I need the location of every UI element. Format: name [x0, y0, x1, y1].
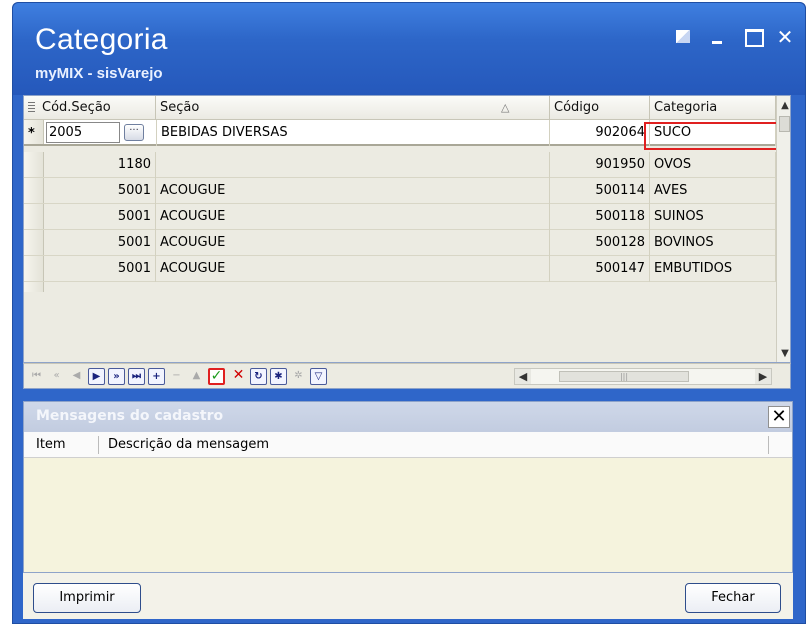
minimize-icon[interactable] [706, 25, 730, 49]
row-indicator [24, 256, 44, 281]
cod-secao-cell[interactable]: 1180 [44, 152, 156, 178]
delete-icon[interactable]: − [168, 368, 185, 385]
footer-bar: Imprimir Fechar [23, 573, 793, 619]
restore-icon[interactable] [671, 25, 695, 49]
column-header-item[interactable]: Item [36, 432, 66, 458]
secao-cell[interactable]: BEBIDAS DIVERSAS [156, 120, 550, 146]
column-divider [768, 436, 769, 454]
row-indicator [24, 282, 44, 292]
apply-filter-icon[interactable]: ✱ [270, 368, 287, 385]
codigo-cell[interactable]: 902064 [550, 120, 650, 146]
cod-secao-cell[interactable]: 5001 [44, 256, 156, 282]
row-indicator [24, 152, 44, 177]
previous-record-icon[interactable]: ◀ [68, 368, 85, 385]
title-bar: Categoria myMIX - sisVarejo ✕ [13, 3, 805, 95]
cod-secao-cell[interactable]: 5001 [44, 230, 156, 256]
bookmark-icon[interactable]: ✲ [290, 368, 307, 385]
scroll-right-icon[interactable]: ▶ [755, 369, 771, 384]
messages-header: Mensagens do cadastro ✕ [24, 402, 792, 432]
messages-panel: Mensagens do cadastro ✕ Item Descrição d… [23, 401, 793, 573]
next-page-icon[interactable]: » [108, 368, 125, 385]
category-grid: Cód.Seção Seção △ Código Categoria * 200… [23, 95, 791, 363]
codigo-cell[interactable]: 500128 [550, 230, 650, 256]
previous-page-icon[interactable]: « [48, 368, 65, 385]
new-row-marker: * [28, 126, 35, 141]
column-chooser-icon[interactable] [28, 102, 35, 114]
messages-close-button[interactable]: ✕ [768, 406, 790, 428]
codigo-cell[interactable]: 901950 [550, 152, 650, 178]
window-title: Categoria [35, 23, 168, 56]
print-button[interactable]: Imprimir [33, 583, 141, 613]
categoria-cell[interactable]: SUINOS [650, 204, 776, 230]
codigo-cell[interactable]: 500114 [550, 178, 650, 204]
table-row[interactable]: 5001 ACOUGUE 500118 SUINOS [24, 204, 776, 230]
secao-cell[interactable]: ACOUGUE [156, 230, 550, 256]
table-row[interactable]: 1180 901950 OVOS [24, 152, 776, 178]
filter-icon[interactable]: ▽ [310, 368, 327, 385]
window-subtitle: myMIX - sisVarejo [35, 65, 163, 82]
table-row[interactable]: 5001 ACOUGUE 500114 AVES [24, 178, 776, 204]
vertical-scrollbar[interactable]: ▲ ▼ [776, 96, 790, 362]
row-indicator [24, 230, 44, 255]
cancel-icon[interactable]: ✕ [230, 368, 247, 385]
first-page-icon[interactable]: ⏮ [28, 368, 45, 385]
secao-cell[interactable]: ACOUGUE [156, 256, 550, 282]
categoria-window: Categoria myMIX - sisVarejo ✕ Cód.Seção … [12, 2, 806, 624]
column-divider [98, 436, 99, 454]
codigo-cell[interactable]: 500147 [550, 256, 650, 282]
grid-header: Cód.Seção Seção △ Código Categoria [24, 96, 776, 120]
scroll-left-icon[interactable]: ◀ [515, 369, 531, 384]
table-row-partial[interactable] [24, 282, 776, 292]
insert-icon[interactable]: + [148, 368, 165, 385]
record-navigator: ⏮ « ◀ ▶ » ⏭ + − ▲ ✓ ✕ ↻ ✱ ✲ ▽ ◀ ||| ▶ [23, 363, 791, 389]
codigo-cell[interactable]: 500118 [550, 204, 650, 230]
secao-cell[interactable]: ACOUGUE [156, 178, 550, 204]
cod-secao-cell[interactable]: 5001 [44, 178, 156, 204]
sort-asc-icon: △ [501, 101, 510, 114]
column-header-categoria[interactable]: Categoria [650, 96, 776, 120]
table-row[interactable]: 5001 ACOUGUE 500147 EMBUTIDOS [24, 256, 776, 282]
next-record-icon[interactable]: ▶ [88, 368, 105, 385]
categoria-cell[interactable]: AVES [650, 178, 776, 204]
row-indicator [24, 178, 44, 203]
categoria-cell[interactable]: EMBUTIDOS [650, 256, 776, 282]
edit-icon[interactable]: ▲ [188, 368, 205, 385]
close-icon[interactable]: ✕ [773, 25, 797, 49]
row-indicator [24, 204, 44, 229]
post-check-icon[interactable]: ✓ [208, 368, 225, 385]
maximize-icon[interactable] [741, 25, 765, 49]
messages-title: Mensagens do cadastro [36, 408, 224, 424]
table-row[interactable]: 5001 ACOUGUE 500128 BOVINOS [24, 230, 776, 256]
column-header-codigo[interactable]: Código [550, 96, 650, 120]
column-header-descricao[interactable]: Descrição da mensagem [108, 432, 269, 458]
last-page-icon[interactable]: ⏭ [128, 368, 145, 385]
categoria-highlight [644, 122, 790, 150]
refresh-icon[interactable]: ↻ [250, 368, 267, 385]
messages-column-header: Item Descrição da mensagem [24, 432, 792, 458]
cod-secao-cell[interactable]: 5001 [44, 204, 156, 230]
scroll-thumb[interactable] [779, 116, 790, 132]
lookup-button[interactable]: ··· [124, 124, 144, 141]
scroll-up-icon[interactable]: ▲ [777, 98, 790, 114]
scroll-down-icon[interactable]: ▼ [777, 346, 790, 362]
close-button[interactable]: Fechar [685, 583, 781, 613]
horizontal-scrollbar[interactable]: ◀ ||| ▶ [514, 368, 772, 385]
hscroll-thumb[interactable]: ||| [559, 371, 689, 382]
secao-cell[interactable] [156, 152, 550, 178]
row-indicator: * [24, 120, 44, 144]
column-header-cod-secao[interactable]: Cód.Seção [38, 96, 156, 120]
categoria-cell[interactable]: BOVINOS [650, 230, 776, 256]
column-header-secao[interactable]: Seção [156, 96, 550, 120]
secao-cell[interactable]: ACOUGUE [156, 204, 550, 230]
categoria-cell[interactable]: OVOS [650, 152, 776, 178]
cod-secao-input[interactable]: 2005 [46, 122, 120, 143]
